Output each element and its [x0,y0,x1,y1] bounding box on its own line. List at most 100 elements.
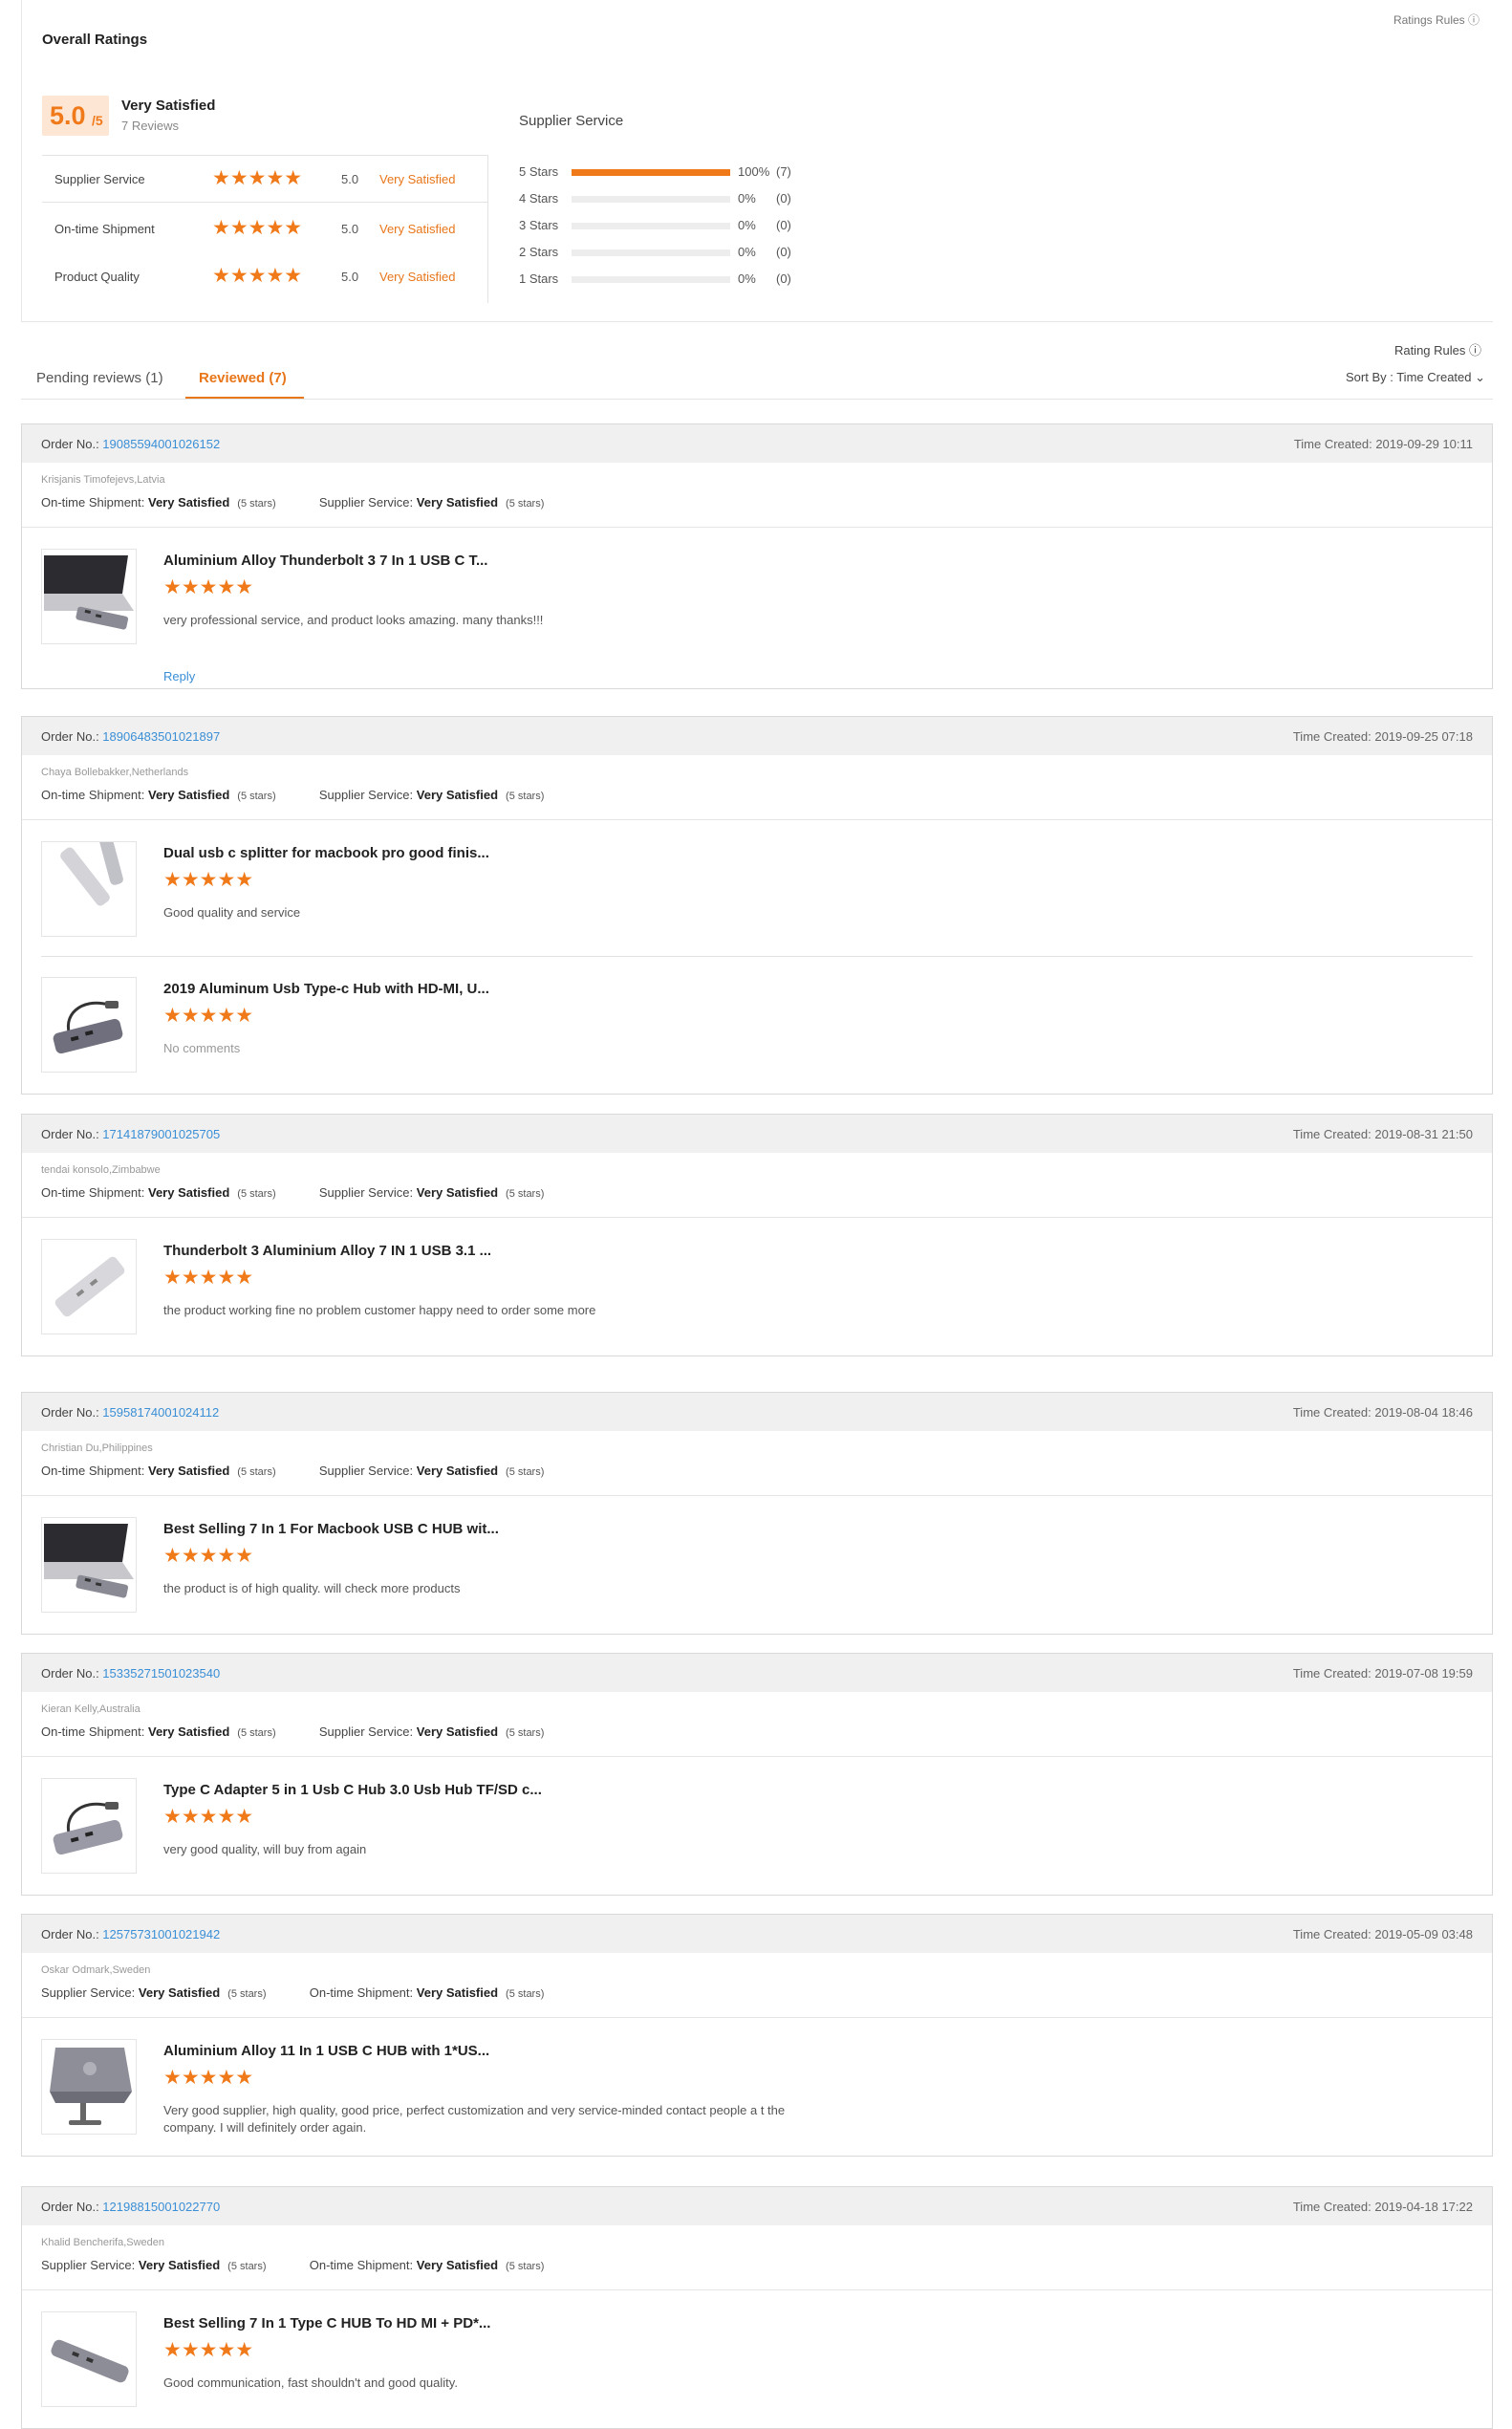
dimension-supplier-service[interactable]: Supplier Service ★★★★★ 5.0 Very Satisfie… [42,156,487,203]
rating-label: On-time Shipment: [309,2258,417,2272]
product-title[interactable]: Best Selling 7 In 1 For Macbook USB C HU… [163,1521,499,1537]
order-number-link[interactable]: 12198815001022770 [102,2200,220,2214]
distribution-label: 1 Stars [519,271,559,286]
product-image[interactable] [41,1239,137,1334]
order-ratings: On-time Shipment: Very Satisfied (5 stars… [41,1724,544,1739]
distribution-title: Supplier Service [519,113,624,129]
rating-label: On-time Shipment: [41,495,148,510]
rating-label: On-time Shipment: [41,788,148,802]
rating-value: Very Satisfied [416,2258,499,2272]
order-header: Order No.: 12575731001021942 Time Create… [22,1915,1492,1953]
distribution-percent: 0% [738,218,756,232]
order-time-created: Time Created: 2019-09-29 10:11 [1294,437,1473,451]
order-number-link[interactable]: 12575731001021942 [102,1927,220,1941]
rating-dimensions: Supplier Service ★★★★★ 5.0 Very Satisfie… [42,155,488,303]
distribution-row: 3 Stars 0% (0) [519,216,825,235]
dimension-score: 5.0 [341,270,359,284]
star-rating-icon: ★★★★★ [163,2339,254,2361]
distribution-row: 4 Stars 0% (0) [519,189,825,208]
order-card: Order No.: 18906483501021897 Time Create… [21,716,1493,1095]
distribution-percent: 0% [738,245,756,259]
order-number-link[interactable]: 15335271501023540 [102,1666,220,1681]
rating-label: On-time Shipment: [41,1724,148,1739]
buyer-name: Christian Du,Philippines [41,1442,153,1454]
star-rating-icon: ★★★★★ [163,576,254,598]
star-rating-icon: ★★★★★ [212,265,303,287]
distribution-row: 5 Stars 100% (7) [519,163,825,182]
order-number-label: Order No.: 19085594001026152 [41,437,220,451]
review-item: Best Selling 7 In 1 For Macbook USB C HU… [41,1517,1473,1613]
star-rating-icon: ★★★★★ [163,2067,254,2089]
sort-by-dropdown[interactable]: Sort By : Time Created ⌄ [1346,370,1485,385]
buyer-name: Khalid Bencherifa,Sweden [41,2237,165,2248]
product-image[interactable] [41,1517,137,1613]
product-image[interactable] [41,841,137,937]
product-image[interactable] [41,977,137,1073]
rating-rules-link[interactable]: Rating Rules ⓘ [1394,340,1481,358]
time-created-value: 2019-05-09 03:48 [1374,1927,1473,1941]
review-item: Aluminium Alloy Thunderbolt 3 7 In 1 USB… [41,549,1473,683]
distribution-label: 5 Stars [519,164,559,179]
rating-stars-count: (5 stars) [506,1727,545,1739]
time-created-value: 2019-09-29 10:11 [1375,437,1473,451]
product-title[interactable]: Type C Adapter 5 in 1 Usb C Hub 3.0 Usb … [163,1782,542,1798]
tab-reviewed[interactable]: Reviewed (7) [199,370,287,386]
rating-stars-count: (5 stars) [237,791,276,802]
product-image[interactable] [41,2039,137,2135]
order-no-prefix: Order No.: [41,1666,103,1681]
product-image[interactable] [41,2311,137,2407]
product-title[interactable]: Dual usb c splitter for macbook pro good… [163,845,489,861]
order-number-link[interactable]: 17141879001025705 [102,1127,220,1141]
order-divider [22,527,1492,528]
tab-pending-reviews[interactable]: Pending reviews (1) [36,370,163,386]
rating-label: Supplier Service: [318,1185,417,1200]
dimension-product-quality[interactable]: Product Quality ★★★★★ 5.0 Very Satisfied [42,253,487,299]
rating-value: Very Satisfied [416,788,499,802]
order-header: Order No.: 15958174001024112 Time Create… [22,1393,1492,1431]
order-number-link[interactable]: 18906483501021897 [102,729,220,744]
product-image[interactable] [41,1778,137,1874]
ratings-rules-link[interactable]: Ratings Rules ⓘ [1393,11,1480,28]
distribution-count: (0) [776,218,791,232]
product-title[interactable]: Best Selling 7 In 1 Type C HUB To HD MI … [163,2315,490,2331]
rating-stars-count: (5 stars) [227,2261,267,2272]
review-comment: No comments [163,1041,241,1055]
buyer-name: Krisjanis Timofejevs,Latvia [41,474,165,486]
product-title[interactable]: 2019 Aluminum Usb Type-c Hub with HD-MI,… [163,981,489,997]
product-title[interactable]: Aluminium Alloy 11 In 1 USB C HUB with 1… [163,2043,489,2059]
order-no-prefix: Order No.: [41,2200,103,2214]
order-header: Order No.: 17141879001025705 Time Create… [22,1115,1492,1153]
reply-link[interactable]: Reply [163,669,195,683]
rating-value: Very Satisfied [148,1724,230,1739]
order-card: Order No.: 12575731001021942 Time Create… [21,1914,1493,2157]
review-comment: Very good supplier, high quality, good p… [163,2103,786,2135]
order-number-label: Order No.: 18906483501021897 [41,729,220,744]
rating-value: Very Satisfied [148,1185,230,1200]
time-created-value: 2019-08-04 18:46 [1374,1405,1473,1420]
time-created-label: Time Created: [1292,729,1375,744]
review-item: Best Selling 7 In 1 Type C HUB To HD MI … [41,2311,1473,2407]
rating-stars-count: (5 stars) [506,1466,545,1478]
order-no-prefix: Order No.: [41,437,103,451]
rating-label: Supplier Service: [318,1724,417,1739]
rating-label: Supplier Service: [41,2258,139,2272]
dimension-score: 5.0 [341,172,359,186]
order-header: Order No.: 12198815001022770 Time Create… [22,2187,1492,2225]
order-number-label: Order No.: 12575731001021942 [41,1927,220,1941]
order-card: Order No.: 19085594001026152 Time Create… [21,423,1493,689]
product-title[interactable]: Aluminium Alloy Thunderbolt 3 7 In 1 USB… [163,553,487,569]
order-header: Order No.: 15335271501023540 Time Create… [22,1654,1492,1692]
rating-label: On-time Shipment: [41,1464,148,1478]
star-rating-icon: ★★★★★ [212,167,303,189]
review-item: Thunderbolt 3 Aluminium Alloy 7 IN 1 USB… [41,1239,1473,1334]
order-number-link[interactable]: 19085594001026152 [102,437,220,451]
buyer-name: Kieran Kelly,Australia [41,1703,140,1715]
product-title[interactable]: Thunderbolt 3 Aluminium Alloy 7 IN 1 USB… [163,1243,491,1259]
order-number-link[interactable]: 15958174001024112 [102,1405,219,1420]
dimension-on-time-shipment[interactable]: On-time Shipment ★★★★★ 5.0 Very Satisfie… [42,206,487,251]
order-ratings: Supplier Service: Very Satisfied (5 stars… [41,2258,544,2272]
buyer-name: Oskar Odmark,Sweden [41,1964,151,1976]
rating-stars-count: (5 stars) [227,1988,267,2000]
rating-stars-count: (5 stars) [506,2261,545,2272]
product-image[interactable] [41,549,137,644]
